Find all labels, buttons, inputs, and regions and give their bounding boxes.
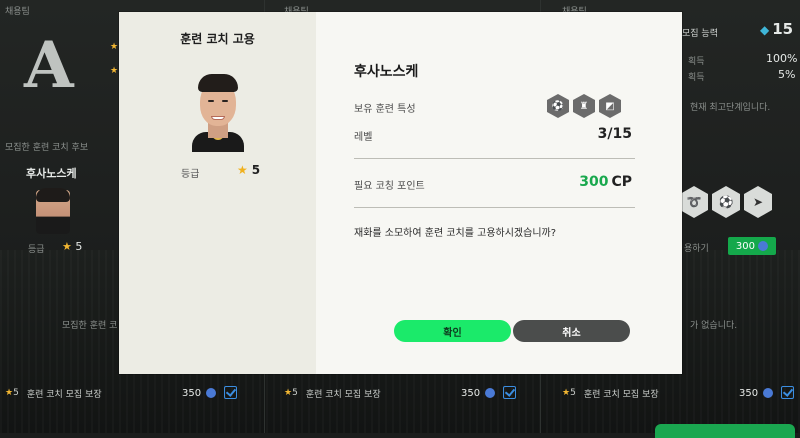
confirm-question: 재화를 소모하여 훈련 코치를 고용하시겠습니까? (354, 228, 557, 239)
gem-counter: ◆ 15 (760, 20, 794, 38)
star-icon: ★ (110, 42, 119, 52)
candidate-avatar-hair (36, 188, 70, 202)
level-label: 레벨 (354, 132, 373, 143)
grade-label: 등급 (181, 169, 200, 180)
confirm-button[interactable]: 확인 (394, 320, 511, 342)
right-max-level-note: 현재 최고단계입니다. (690, 103, 771, 113)
footer-recruit-1[interactable]: ★ 5 훈련 코치 모집 보장 350 (5, 384, 260, 402)
right-acq1-label: 획득 (688, 57, 705, 67)
bottom-action-button[interactable] (655, 424, 795, 438)
candidate-section-label: 모집한 훈련 코치 후보 (5, 143, 89, 153)
modal-left-panel: 훈련 코치 고용 등급 ★ 5 (119, 12, 316, 374)
footer-cost: 350 (461, 387, 481, 399)
dribble-trait-icon[interactable]: ⚽ (547, 94, 569, 118)
traits-label: 보유 훈련 특성 (354, 104, 416, 115)
candidate-grade: ★ 5 (62, 240, 83, 253)
right-empty-note: 가 없습니다. (690, 321, 738, 331)
right-hire-label: 용하기 (684, 244, 709, 254)
cancel-button[interactable]: 취소 (513, 320, 630, 342)
right-acq1-value: 100% (766, 52, 798, 65)
footer-label: 훈련 코치 모집 보장 (26, 389, 102, 400)
star-icon: ★ (110, 66, 119, 76)
hire-coach-modal: 훈련 코치 고용 등급 ★ 5 후사노스케 보유 훈련 특성 ⚽ ♜ ◩ 레벨 3… (119, 12, 682, 374)
star-icon: ★ (237, 163, 248, 177)
coin-icon (485, 388, 495, 398)
diamond-icon: ◆ (760, 23, 770, 37)
footer-recruit-3[interactable]: ★ 5 훈련 코치 모집 보장 350 (562, 384, 800, 402)
coin-icon (758, 241, 769, 251)
coach-name: 후사노스케 (354, 64, 419, 80)
level-value: 3/15 (597, 126, 632, 142)
right-trait-icons: ➰ ⚽ ➤ (680, 186, 772, 218)
star-icon: ★ (62, 240, 72, 253)
divider (354, 207, 635, 208)
right-ability-label: 모집 능력 (682, 29, 718, 39)
cp-value: 300 CP (579, 174, 632, 190)
modal-title: 훈련 코치 고용 (180, 32, 255, 46)
right-hire-button[interactable]: 300 (728, 237, 776, 255)
footer-label: 훈련 코치 모집 보장 (583, 389, 659, 400)
checkbox-checked[interactable] (781, 386, 794, 399)
candidate-name: 후사노스케 (26, 167, 77, 180)
footer-label: 훈련 코치 모집 보장 (305, 389, 381, 400)
star-icon: ★ (5, 388, 14, 398)
coin-icon (206, 388, 216, 398)
grade-value: ★ 5 (237, 163, 261, 177)
footer-cost: 350 (739, 387, 759, 399)
footer-cost: 350 (182, 387, 202, 399)
coin-icon (763, 388, 773, 398)
boot-trait-icon: ➰ (680, 186, 708, 218)
modal-right-panel: 후사노스케 보유 훈련 특성 ⚽ ♜ ◩ 레벨 3/15 필요 코칭 포인트 3… (316, 12, 682, 374)
checkbox-checked[interactable] (224, 386, 237, 399)
col1-header: 채용팀 (5, 7, 30, 17)
trophy-trait-icon[interactable]: ♜ (573, 94, 595, 118)
trait-icons: ⚽ ♜ ◩ (547, 94, 621, 118)
sprint-trait-icon: ➤ (744, 186, 772, 218)
divider (354, 158, 635, 159)
candidate-grade-label: 등급 (28, 245, 45, 255)
star-icon: ★ (562, 388, 571, 398)
right-acq2-value: 5% (778, 68, 796, 81)
footer-recruit-2[interactable]: ★ 5 훈련 코치 모집 보장 350 (284, 384, 539, 402)
coach-portrait (192, 70, 244, 152)
grade-letter: A (24, 28, 74, 103)
shield-trait-icon[interactable]: ◩ (599, 94, 621, 118)
checkbox-checked[interactable] (503, 386, 516, 399)
ball-trait-icon: ⚽ (712, 186, 740, 218)
right-acq2-label: 획득 (688, 73, 705, 83)
star-icon: ★ (284, 388, 293, 398)
recruit-coach-note: 모집한 훈련 코 (62, 321, 118, 331)
cp-label: 필요 코칭 포인트 (354, 181, 425, 192)
